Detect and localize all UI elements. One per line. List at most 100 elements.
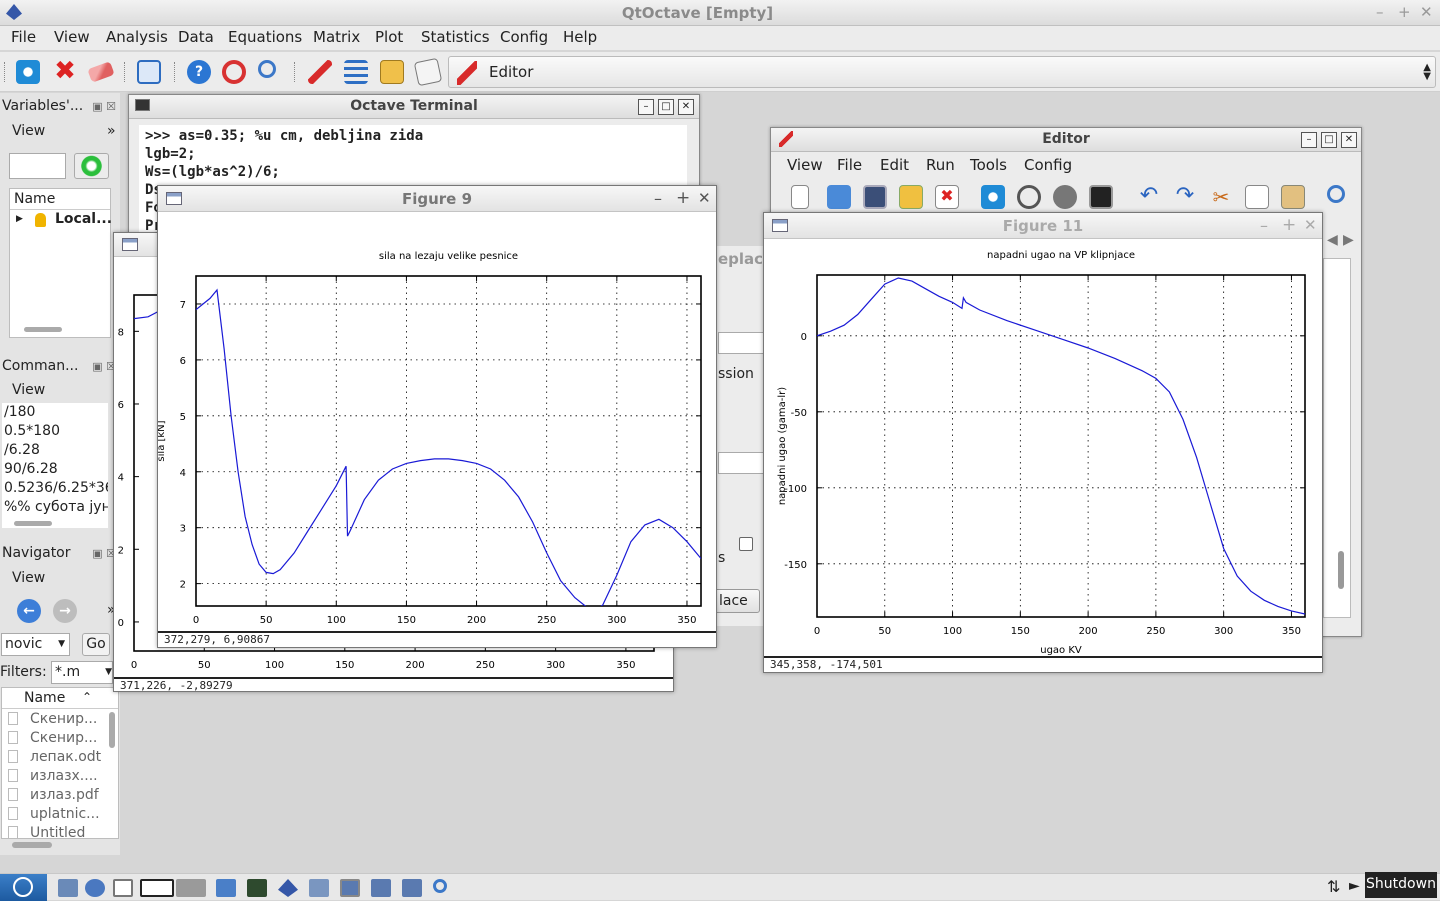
folder-table-icon[interactable] — [380, 60, 404, 84]
history-item[interactable]: 90/6.28 — [2, 460, 108, 479]
history-item[interactable]: %% субота јун — [2, 498, 108, 517]
menu-analysis[interactable]: Analysis — [106, 28, 168, 46]
undo-icon[interactable]: ↶ — [1137, 185, 1161, 209]
search-icon[interactable] — [258, 60, 276, 78]
editor-selector[interactable]: Editor ▲ ▼ — [448, 56, 1436, 88]
vertical-scrollbar[interactable] — [109, 712, 115, 748]
editor-menu-edit[interactable]: Edit — [880, 156, 909, 174]
volume-icon[interactable]: ► — [1349, 878, 1360, 894]
window-task-icon[interactable] — [371, 879, 391, 897]
expand-chevron-icon[interactable]: » — [107, 123, 116, 139]
close-button[interactable]: ✕ — [1341, 132, 1357, 148]
close-file-icon[interactable]: ✖ — [935, 185, 959, 209]
editor-menu-tools[interactable]: Tools — [970, 156, 1007, 174]
minimize-icon[interactable]: – — [1376, 3, 1384, 21]
file-item[interactable]: Untitled — [2, 824, 106, 838]
active-window-icon[interactable] — [140, 879, 174, 897]
menu-data[interactable]: Data — [178, 28, 214, 46]
history-item[interactable]: /6.28 — [2, 441, 108, 460]
minimize-button[interactable]: – — [638, 99, 654, 115]
editor-menu-view[interactable]: View — [787, 156, 823, 174]
file-item[interactable]: лепак.odt — [2, 748, 106, 767]
menu-statistics[interactable]: Statistics — [421, 28, 490, 46]
qtoctave-task-icon[interactable] — [278, 879, 298, 897]
close-icon[interactable]: ✕ — [1420, 3, 1433, 21]
menu-equations[interactable]: Equations — [228, 28, 302, 46]
file-name-header[interactable]: Name — [24, 690, 65, 706]
commands-view-menu[interactable]: View — [12, 382, 45, 398]
stop-x-icon[interactable]: ✖ — [53, 58, 77, 84]
open-folder-icon[interactable] — [827, 185, 851, 209]
menu-help[interactable]: Help — [563, 28, 597, 46]
menu-plot[interactable]: Plot — [375, 28, 403, 46]
window-task-icon[interactable] — [176, 879, 206, 897]
go-button[interactable]: Go — [82, 633, 110, 656]
tree-expand-icon[interactable]: ▶ — [16, 214, 23, 224]
folder-task-icon[interactable] — [309, 879, 329, 897]
close-button[interactable]: ✕ — [678, 99, 694, 115]
horizontal-scrollbar[interactable] — [14, 521, 52, 526]
redo-icon[interactable]: ↷ — [1173, 185, 1197, 209]
eraser-icon[interactable] — [87, 61, 115, 83]
maximize-button[interactable]: □ — [1321, 132, 1337, 148]
save-as-icon[interactable] — [899, 185, 923, 209]
maximize-icon[interactable]: + — [1398, 3, 1411, 21]
terminal-titlebar[interactable]: Octave Terminal – □ ✕ — [129, 95, 699, 119]
debug-search-icon[interactable] — [1017, 185, 1041, 209]
option-checkbox[interactable] — [739, 537, 753, 551]
maximize-icon[interactable]: + — [1282, 215, 1296, 235]
editor-menu-config[interactable]: Config — [1024, 156, 1072, 174]
browser-icon[interactable] — [85, 879, 105, 897]
editor-menu-run[interactable]: Run — [926, 156, 955, 174]
history-item[interactable]: 0.5236/6.25*36 — [2, 479, 108, 498]
maximize-button[interactable]: □ — [658, 99, 674, 115]
maximize-icon[interactable]: + — [676, 188, 690, 208]
file-item[interactable]: излаз.pdf — [2, 786, 106, 805]
vertical-scrollbar[interactable] — [1338, 551, 1344, 589]
forward-arrow-icon[interactable]: → — [53, 599, 77, 623]
cut-icon[interactable]: ✂ — [1209, 185, 1233, 209]
file-item[interactable]: излазх.... — [2, 767, 106, 786]
minimize-button[interactable]: – — [1301, 132, 1317, 148]
editor-text-area[interactable] — [1323, 258, 1351, 618]
close-icon[interactable]: ✕ — [1304, 216, 1317, 234]
copy-icon[interactable] — [1245, 185, 1269, 209]
terminal-task-icon[interactable] — [247, 879, 267, 897]
start-menu-icon[interactable] — [0, 874, 47, 901]
settings-gear-icon[interactable] — [16, 60, 40, 84]
path-combobox[interactable]: novic ▼ — [1, 633, 70, 656]
file-item[interactable]: Скенир... — [2, 710, 106, 729]
window-task-icon[interactable] — [340, 879, 360, 897]
menu-config[interactable]: Config — [500, 28, 548, 46]
search-help-icon[interactable] — [222, 60, 246, 84]
menu-matrix[interactable]: Matrix — [313, 28, 360, 46]
new-file-icon[interactable] — [791, 185, 809, 209]
navigator-view-menu[interactable]: View — [12, 570, 45, 586]
save-icon[interactable] — [863, 185, 887, 209]
file-item[interactable]: Скенир... — [2, 729, 106, 748]
refresh-icon[interactable] — [74, 153, 109, 179]
paste-icon[interactable] — [1281, 185, 1305, 209]
close-icon[interactable]: ✕ — [698, 189, 711, 207]
network-icon[interactable]: ⇅ — [1327, 877, 1340, 896]
menu-file[interactable]: File — [11, 28, 36, 46]
menu-view[interactable]: View — [54, 28, 90, 46]
tab-scroll-left-icon[interactable]: ◀ — [1327, 232, 1338, 248]
dock-float-close-icon[interactable]: ▣ ☒ — [92, 100, 116, 113]
minimize-icon[interactable]: – — [1260, 216, 1268, 235]
filter-combobox[interactable]: *.m ▼ — [51, 661, 113, 684]
workspace-icon[interactable] — [137, 60, 161, 84]
app-task-icon[interactable] — [216, 879, 236, 897]
search-task-icon[interactable] — [433, 879, 447, 893]
list-icon[interactable] — [344, 60, 368, 84]
document-icon[interactable] — [413, 57, 443, 87]
terminal-icon[interactable] — [1089, 185, 1113, 209]
horizontal-scrollbar[interactable] — [24, 327, 62, 332]
minimize-icon[interactable]: – — [654, 189, 662, 208]
file-manager-icon[interactable] — [58, 879, 78, 897]
replace-button[interactable]: lace — [712, 589, 760, 613]
editor-menu-file[interactable]: File — [837, 156, 862, 174]
figure-9-titlebar[interactable]: Figure 9 – + ✕ — [158, 186, 716, 212]
run-icon[interactable] — [1053, 185, 1077, 209]
figure-9-plot[interactable]: sila na lezaju velike pesnice 0 50 100 150 20… — [158, 212, 718, 630]
